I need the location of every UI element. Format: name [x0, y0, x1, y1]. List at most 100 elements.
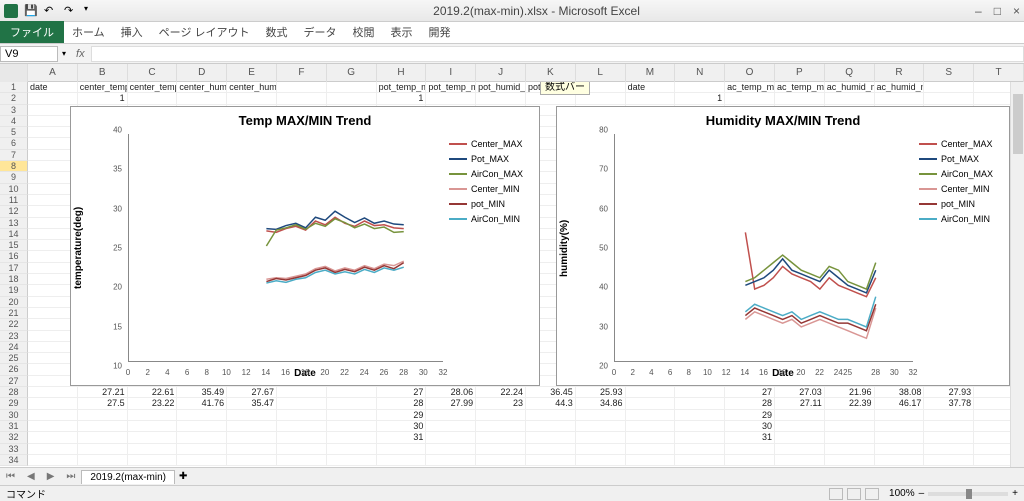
row-header[interactable]: 1 — [0, 82, 28, 93]
cell[interactable] — [924, 432, 974, 443]
column-header[interactable]: H — [377, 64, 427, 82]
cell[interactable] — [327, 398, 377, 409]
cell[interactable] — [924, 455, 974, 466]
row-header[interactable]: 9 — [0, 172, 28, 183]
cell[interactable] — [78, 432, 128, 443]
cell[interactable] — [924, 444, 974, 455]
cell[interactable] — [227, 432, 277, 443]
cell[interactable] — [526, 455, 576, 466]
cell[interactable]: 28.06 — [426, 387, 476, 398]
cell[interactable] — [626, 387, 676, 398]
fx-label[interactable]: fx — [76, 48, 85, 60]
row-header[interactable]: 17 — [0, 263, 28, 274]
cell[interactable] — [526, 432, 576, 443]
column-header[interactable]: K — [526, 64, 576, 82]
cell[interactable]: ac_temp_mi — [725, 82, 775, 93]
cell[interactable]: 25.93 — [576, 387, 626, 398]
zoom-slider[interactable] — [928, 492, 1008, 496]
cell[interactable] — [327, 432, 377, 443]
cell[interactable] — [476, 455, 526, 466]
name-box[interactable] — [0, 46, 58, 62]
cell[interactable] — [626, 444, 676, 455]
cell[interactable]: 22.39 — [825, 398, 875, 409]
cell[interactable] — [327, 444, 377, 455]
cell[interactable] — [675, 387, 725, 398]
cell[interactable] — [526, 444, 576, 455]
cell[interactable]: center_temp — [128, 82, 178, 93]
cell[interactable]: 22.61 — [128, 387, 178, 398]
column-header[interactable]: O — [725, 64, 775, 82]
row-header[interactable]: 13 — [0, 218, 28, 229]
cell[interactable] — [28, 398, 78, 409]
column-header[interactable]: R — [875, 64, 925, 82]
cell[interactable] — [725, 444, 775, 455]
save-icon[interactable]: 💾 — [24, 4, 38, 18]
scrollbar-thumb[interactable] — [1013, 94, 1023, 154]
row-header[interactable]: 16 — [0, 251, 28, 262]
row-header[interactable]: 8 — [0, 161, 28, 172]
cell[interactable] — [277, 82, 327, 93]
chart-humidity[interactable]: Humidity MAX/MIN Trend humidity(%) 20304… — [556, 106, 1010, 386]
row-header[interactable]: 18 — [0, 274, 28, 285]
ribbon-tab[interactable]: ページ レイアウト — [151, 21, 258, 43]
cell[interactable] — [426, 410, 476, 421]
cell[interactable] — [28, 93, 78, 104]
cell[interactable]: 23 — [476, 398, 526, 409]
cell[interactable]: 29 — [377, 410, 427, 421]
cell[interactable]: 28 — [377, 398, 427, 409]
cell[interactable] — [128, 455, 178, 466]
row-header[interactable]: 24 — [0, 342, 28, 353]
cell[interactable]: 27.5 — [78, 398, 128, 409]
cell[interactable]: 27.03 — [775, 387, 825, 398]
column-header[interactable]: I — [426, 64, 476, 82]
cell[interactable] — [675, 444, 725, 455]
cell[interactable] — [28, 410, 78, 421]
cell[interactable]: 28 — [725, 398, 775, 409]
cell[interactable] — [177, 93, 227, 104]
undo-icon[interactable]: ↶ — [44, 4, 58, 18]
cell[interactable] — [576, 432, 626, 443]
row-header[interactable]: 2 — [0, 93, 28, 104]
cell[interactable] — [675, 398, 725, 409]
row-header[interactable]: 14 — [0, 229, 28, 240]
cell[interactable]: center_temp — [78, 82, 128, 93]
cell[interactable] — [426, 432, 476, 443]
cell[interactable] — [128, 93, 178, 104]
ribbon-tab[interactable]: ホーム — [64, 21, 113, 43]
cell[interactable] — [875, 410, 925, 421]
cell[interactable] — [177, 432, 227, 443]
cell[interactable] — [825, 444, 875, 455]
cell[interactable] — [825, 410, 875, 421]
cell[interactable] — [875, 455, 925, 466]
cell[interactable] — [78, 455, 128, 466]
cell[interactable] — [626, 432, 676, 443]
cell[interactable] — [526, 421, 576, 432]
cell[interactable] — [277, 410, 327, 421]
cell[interactable]: 35.49 — [177, 387, 227, 398]
row-header[interactable]: 29 — [0, 398, 28, 409]
cell[interactable] — [924, 410, 974, 421]
cell[interactable] — [227, 444, 277, 455]
cell[interactable]: 27.67 — [227, 387, 277, 398]
cell[interactable] — [675, 432, 725, 443]
cell[interactable] — [78, 444, 128, 455]
column-header[interactable]: F — [277, 64, 327, 82]
row-header[interactable]: 7 — [0, 150, 28, 161]
cell[interactable] — [426, 93, 476, 104]
vertical-scrollbar[interactable] — [1010, 82, 1024, 467]
cell[interactable]: 27.21 — [78, 387, 128, 398]
row-header[interactable]: 15 — [0, 240, 28, 251]
column-header[interactable]: J — [476, 64, 526, 82]
cell[interactable]: 34.86 — [576, 398, 626, 409]
file-tab[interactable]: ファイル — [0, 21, 64, 43]
normal-view-icon[interactable] — [829, 488, 843, 500]
column-header[interactable]: P — [775, 64, 825, 82]
cell[interactable]: pot_temp_m — [377, 82, 427, 93]
cell[interactable]: pot_humid_m — [476, 82, 526, 93]
redo-icon[interactable]: ↷ — [64, 4, 78, 18]
cell[interactable]: 23.22 — [128, 398, 178, 409]
column-header[interactable]: D — [177, 64, 227, 82]
chart-temp[interactable]: Temp MAX/MIN Trend temperature(deg) 1015… — [70, 106, 540, 386]
cell[interactable] — [277, 93, 327, 104]
column-header[interactable]: G — [327, 64, 377, 82]
